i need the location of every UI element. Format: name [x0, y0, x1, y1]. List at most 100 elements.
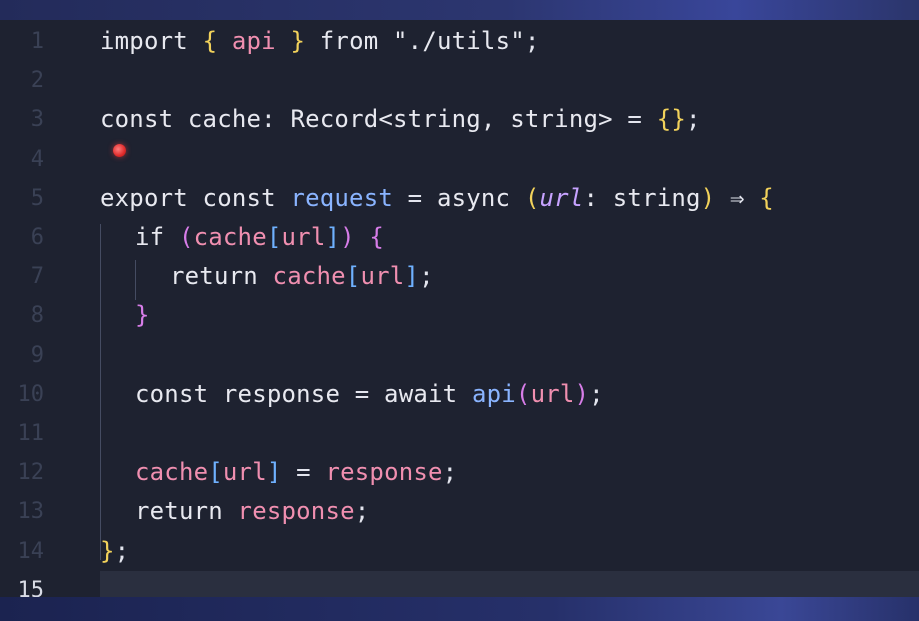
- code-line[interactable]: 4: [0, 140, 919, 179]
- code-token: [: [266, 223, 282, 251]
- code-line[interactable]: 10 const response = await api(url);: [0, 375, 919, 414]
- code-text[interactable]: export const request = async (url: strin…: [100, 179, 774, 218]
- code-token: ;: [419, 262, 434, 291]
- code-token: =: [340, 379, 385, 408]
- code-token: ;: [114, 536, 130, 565]
- code-token: if: [135, 223, 179, 251]
- code-token: : string: [583, 183, 701, 212]
- code-token: {: [354, 223, 385, 251]
- code-token: {: [759, 183, 774, 212]
- code-token: export const: [100, 183, 291, 212]
- code-token: ;: [686, 105, 701, 134]
- bottom-background-strip: [0, 597, 919, 621]
- code-token: cache: [272, 262, 346, 291]
- code-line[interactable]: 8}: [0, 296, 919, 335]
- code-line[interactable]: 12 cache[url] = response;: [0, 453, 919, 492]
- code-text[interactable]: return cache[url];: [170, 257, 434, 296]
- line-number: 13: [17, 499, 45, 525]
- code-token: const cache: [100, 105, 262, 134]
- line-number: 4: [30, 146, 44, 172]
- code-token: response: [325, 458, 443, 487]
- line-number: 15: [17, 577, 45, 597]
- code-token: }: [135, 301, 150, 330]
- code-token: (: [515, 379, 531, 408]
- code-token: }: [290, 27, 306, 55]
- code-token: "./utils": [393, 27, 525, 55]
- code-token: {: [202, 27, 218, 55]
- code-token: =: [281, 458, 326, 487]
- code-token: const response: [135, 379, 341, 408]
- code-token: ;: [524, 27, 540, 55]
- line-number: 11: [17, 421, 45, 446]
- line-number: 10: [17, 381, 45, 407]
- code-token: =: [393, 183, 437, 212]
- code-line[interactable]: 9: [0, 336, 919, 375]
- code-token: url: [360, 262, 405, 291]
- code-token: ): [340, 223, 355, 251]
- line-number: 9: [30, 342, 44, 368]
- code-token: Record: [290, 105, 379, 134]
- code-token: url: [530, 379, 575, 408]
- line-number: 3: [30, 107, 44, 133]
- code-line[interactable]: 1 import { api } from "./utils";: [0, 22, 919, 61]
- line-number: 6: [30, 225, 44, 250]
- code-line[interactable]: 13 return response;: [0, 492, 919, 531]
- code-token: ]: [325, 223, 341, 251]
- line-number: 7: [30, 264, 44, 290]
- code-token: :: [261, 105, 291, 134]
- code-token: ): [700, 183, 716, 212]
- code-token: await: [384, 379, 472, 408]
- code-token: ]: [404, 262, 420, 291]
- code-line[interactable]: 7 return cache[url];: [0, 257, 919, 296]
- code-token: url: [222, 458, 267, 487]
- code-token: return: [135, 497, 238, 526]
- current-line-highlight: [100, 570, 919, 597]
- code-token: response: [237, 497, 355, 526]
- code-text[interactable]: if (cache[url]) {: [135, 218, 384, 257]
- code-token: from: [305, 27, 394, 55]
- line-number: 1: [30, 29, 44, 54]
- code-token: return: [170, 262, 273, 291]
- code-token: ): [574, 379, 590, 408]
- code-token: url: [539, 183, 584, 212]
- code-token: cache: [135, 458, 209, 487]
- code-line[interactable]: 2: [0, 61, 919, 100]
- code-text[interactable]: import { api } from "./utils";: [100, 22, 540, 61]
- code-token: (: [524, 183, 540, 212]
- code-token: [: [208, 458, 223, 487]
- code-line[interactable]: 5 export const request = async (url: stri…: [0, 179, 919, 218]
- top-background-strip: [0, 0, 919, 20]
- screenshot-frame: 1 import { api } from "./utils"; 2 3 const c…: [0, 0, 919, 621]
- code-token: url: [281, 223, 326, 251]
- code-text[interactable]: };: [100, 532, 129, 571]
- code-text[interactable]: const cache: Record<string, string> = {}…: [100, 100, 701, 139]
- code-token: request: [290, 183, 393, 212]
- code-token: ;: [354, 497, 370, 526]
- line-number: 8: [30, 303, 44, 329]
- code-token: cache: [193, 223, 267, 251]
- code-line[interactable]: 11: [0, 414, 919, 453]
- code-token: ;: [589, 379, 604, 408]
- code-text[interactable]: return response;: [135, 492, 369, 531]
- code-token: }: [100, 536, 115, 565]
- code-token: [: [345, 262, 361, 291]
- code-token: (: [178, 223, 194, 251]
- code-line[interactable]: 6 if (cache[url]) {: [0, 218, 919, 257]
- line-number: 5: [30, 185, 44, 211]
- line-number: 2: [30, 68, 44, 94]
- line-number: 14: [17, 538, 45, 564]
- code-token: ⇒: [715, 183, 760, 212]
- code-text[interactable]: cache[url] = response;: [135, 453, 457, 492]
- code-editor[interactable]: 1 import { api } from "./utils"; 2 3 const c…: [0, 20, 919, 597]
- code-text[interactable]: }: [135, 296, 150, 335]
- code-line[interactable]: 3 const cache: Record<string, string> = {…: [0, 100, 919, 139]
- code-token: api: [217, 27, 291, 55]
- line-number: 12: [17, 460, 45, 486]
- code-token: =: [612, 105, 657, 134]
- code-line[interactable]: 15: [0, 570, 919, 597]
- code-token: ;: [442, 458, 458, 487]
- code-token: ]: [266, 458, 282, 487]
- code-line[interactable]: 14};: [0, 532, 919, 571]
- code-text[interactable]: const response = await api(url);: [135, 375, 604, 414]
